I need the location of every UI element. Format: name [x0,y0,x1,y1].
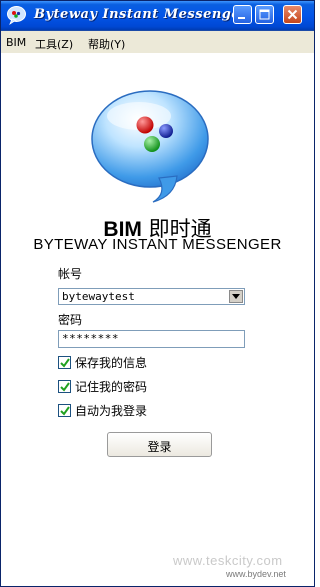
chat-bubble-icon[interactable] [6,5,27,26]
chevron-down-icon [232,294,240,299]
save-info-label[interactable]: 保存我的信息 [75,354,147,371]
menu-help[interactable]: 帮助(Y) [88,36,125,52]
login-button-label: 登录 [147,440,172,454]
maximize-icon [259,9,270,20]
remember-password-label[interactable]: 记住我的密码 [75,378,147,395]
checkmark-icon [60,406,70,416]
maximize-button[interactable] [255,5,274,24]
auto-login-checkbox[interactable] [58,404,71,417]
account-combobox[interactable]: bytewaytest [58,288,245,305]
window-title: Byteway Instant Messenger [34,7,248,22]
account-value: bytewaytest [62,290,135,303]
auto-login-label[interactable]: 自动为我登录 [75,402,147,419]
minimize-button[interactable] [233,5,252,24]
account-dropdown-button[interactable] [229,290,243,303]
password-value: ******** [62,332,119,345]
close-icon [287,9,298,20]
menu-bar: BIM 工具(Z) 帮助(Y) [1,31,314,53]
password-label: 密码 [58,313,83,327]
menu-bim[interactable]: BIM [6,36,26,49]
chat-bubble-logo-icon [91,90,209,203]
save-info-checkbox[interactable] [58,356,71,369]
login-panel: BIM 即时通 BYTEWAY INSTANT MESSENGER 帐号 byt… [1,53,314,586]
checkmark-icon [60,358,70,368]
minimize-icon [238,17,245,19]
account-label: 帐号 [58,267,83,281]
watermark-bydev: www.bydev.net [226,569,286,579]
title-bar[interactable]: Byteway Instant Messenger [1,1,314,31]
login-button[interactable]: 登录 [107,432,212,457]
menu-tools[interactable]: 工具(Z) [35,36,73,52]
app-window: Byteway Instant Messenger BIM 工具(Z) 帮助(Y… [0,0,315,587]
watermark-teskcity: www.teskcity.com [173,553,283,568]
remember-password-checkbox[interactable] [58,380,71,393]
checkmark-icon [60,382,70,392]
close-button[interactable] [283,5,302,24]
password-field[interactable]: ******** [58,330,245,348]
brand-subtitle: BYTEWAY INSTANT MESSENGER [33,236,282,253]
